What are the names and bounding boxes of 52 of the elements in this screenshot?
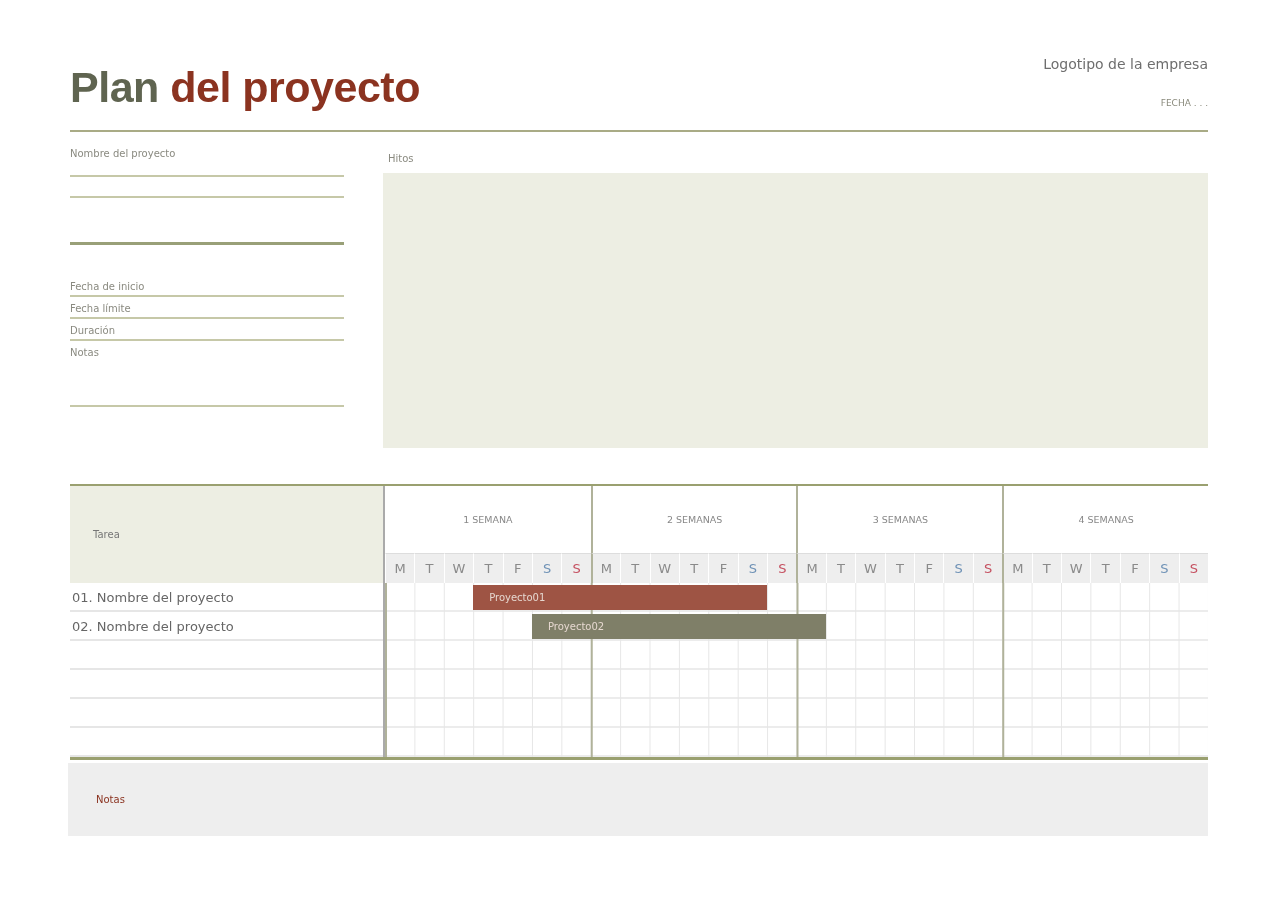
day-heading: T	[1090, 553, 1120, 583]
notes-label: Notas	[96, 794, 125, 805]
day-heading: M	[1002, 553, 1032, 583]
day-heading: S	[531, 553, 562, 583]
day-heading: W	[1061, 553, 1091, 583]
day-heading: S	[1178, 553, 1208, 583]
week-heading: 1 SEMANA	[462, 513, 514, 527]
day-heading: M	[590, 553, 621, 583]
day-heading: F	[708, 553, 738, 583]
column-heading: Tarea	[93, 529, 120, 540]
day-heading: T	[620, 553, 650, 583]
day-heading: S	[1149, 553, 1179, 583]
task-bar[interactable]: Proyecto01	[473, 585, 768, 610]
task-name: 01. Nombre del proyecto	[71, 589, 235, 607]
day-heading: M	[385, 553, 415, 583]
task-bar[interactable]: Proyecto02	[532, 614, 826, 639]
input-line[interactable]	[70, 242, 344, 245]
day-heading: T	[884, 553, 915, 583]
day-heading: S	[972, 553, 1003, 583]
day-heading: S	[943, 553, 973, 583]
day-heading: W	[649, 553, 679, 583]
company-logo-text: Logotipo de la empresa	[1043, 56, 1208, 72]
input-line[interactable]	[70, 196, 344, 198]
day-heading: T	[414, 553, 444, 583]
day-heading: F	[1119, 553, 1150, 583]
day-heading: T	[678, 553, 709, 583]
day-heading: T	[1031, 553, 1062, 583]
day-heading: F	[914, 553, 944, 583]
day-heading: W	[443, 553, 474, 583]
day-heading: S	[737, 553, 768, 583]
input-line[interactable]	[70, 317, 344, 319]
milestones-panel[interactable]	[383, 173, 1208, 448]
input-line[interactable]	[70, 175, 344, 177]
day-heading: S	[561, 553, 591, 583]
day-heading: F	[502, 553, 532, 583]
task-name: 02. Nombre del proyecto	[71, 618, 235, 636]
section-label: Hitos	[388, 153, 415, 166]
field-label: Fecha límite	[70, 303, 132, 314]
day-heading: T	[473, 553, 503, 583]
field-label: Nombre del proyecto	[70, 148, 177, 159]
day-heading: M	[796, 553, 826, 583]
input-line[interactable]	[70, 405, 344, 407]
field-label: Duración	[70, 325, 116, 336]
field-label: Fecha de inicio	[70, 281, 146, 292]
field-label: Notas	[70, 347, 100, 358]
input-line[interactable]	[70, 339, 344, 341]
day-heading: T	[825, 553, 856, 583]
date-label: FECHA . . .	[1160, 98, 1208, 108]
day-heading: W	[855, 553, 885, 583]
day-heading: S	[767, 553, 797, 583]
input-line[interactable]	[70, 295, 344, 297]
page-title: Plan del proyecto	[70, 62, 420, 112]
